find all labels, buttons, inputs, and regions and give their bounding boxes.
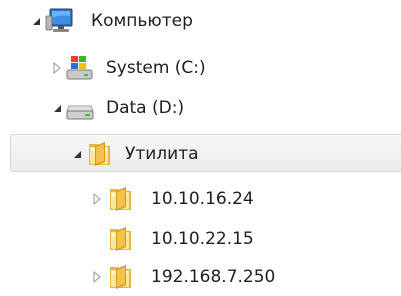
folder-icon [89,142,110,166]
folder-icon [110,265,131,289]
tree-item-label: 10.10.16.24 [151,189,254,209]
tree-item-system-drive[interactable]: System (C:) [0,49,401,87]
tree-item-computer[interactable]: Компьютер [0,2,401,40]
tree-item-label: Компьютер [91,11,193,31]
hard-drive-icon [66,105,94,120]
tree-item-label: 192.168.7.250 [151,267,276,287]
tree-item-utilita[interactable]: Утилита [10,134,401,172]
folder-icon [110,227,131,251]
expanded-arrow-icon[interactable] [51,102,63,114]
tree-item-folder[interactable]: 192.168.7.250 [0,258,401,296]
collapsed-arrow-icon[interactable] [91,193,103,205]
tree-item-label: Утилита [125,144,199,164]
folder-tree: Компьютер System (C:) Data (D:) Утилита … [0,0,401,296]
tree-item-label: 10.10.22.15 [151,229,254,249]
folder-icon [110,187,131,211]
collapsed-arrow-icon[interactable] [91,271,103,283]
tree-item-folder[interactable]: 10.10.22.15 [0,220,401,258]
tree-item-label: System (C:) [106,58,206,78]
expanded-arrow-icon[interactable] [30,15,42,27]
tree-item-folder[interactable]: 10.10.16.24 [0,180,401,218]
tree-item-data-drive[interactable]: Data (D:) [0,89,401,127]
collapsed-arrow-icon[interactable] [51,62,63,74]
computer-icon [45,8,73,32]
system-drive-icon [66,56,93,80]
expanded-arrow-icon[interactable] [71,148,83,160]
tree-item-label: Data (D:) [106,98,185,118]
